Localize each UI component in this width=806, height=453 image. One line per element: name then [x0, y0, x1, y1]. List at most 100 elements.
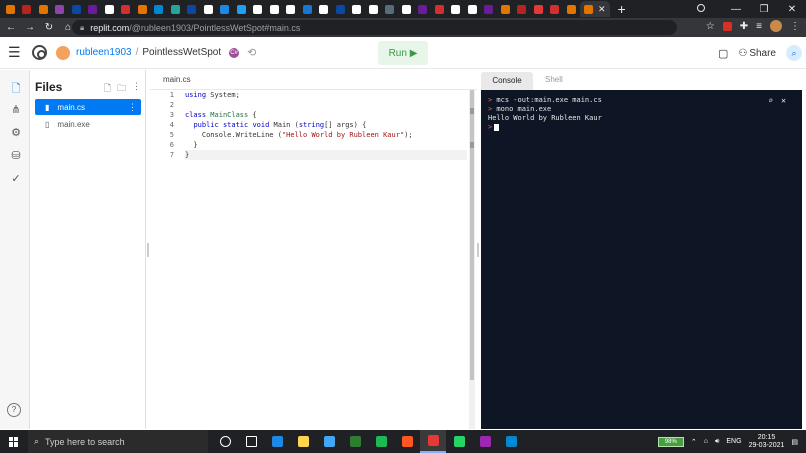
browser-tab[interactable]: [250, 1, 267, 17]
tab-console[interactable]: Console: [481, 72, 533, 90]
taskbar-app-icon[interactable]: [212, 430, 238, 453]
editor-resize-handle[interactable]: [477, 243, 479, 257]
taskbar-app-icon[interactable]: [238, 430, 264, 453]
taskbar-app-icon[interactable]: [498, 430, 524, 453]
browser-tab[interactable]: [184, 1, 201, 17]
browser-tab[interactable]: [52, 1, 69, 17]
taskbar-app-icon[interactable]: [316, 430, 342, 453]
browser-tab[interactable]: [85, 1, 102, 17]
taskbar-app-icon[interactable]: [342, 430, 368, 453]
browser-profile-avatar[interactable]: [770, 20, 782, 32]
browser-tab[interactable]: [200, 1, 217, 17]
console-clear-icon[interactable]: ✕: [781, 96, 786, 105]
hamburger-menu-icon[interactable]: ☰: [8, 44, 22, 61]
browser-tab-active[interactable]: ✕: [579, 1, 610, 17]
url-bar[interactable]: 🔒︎ replit.com /@rubleen1903/PointlessWet…: [72, 20, 677, 35]
browser-tab[interactable]: [415, 1, 432, 17]
scrollbar-thumb[interactable]: [470, 90, 474, 380]
share-button[interactable]: ⚇ Share: [738, 48, 776, 59]
browser-tab[interactable]: [233, 1, 250, 17]
checkmark-icon[interactable]: ✓: [9, 172, 23, 185]
browser-tab[interactable]: [134, 1, 151, 17]
code-area[interactable]: using System; class MainClass { public s…: [185, 90, 467, 160]
search-icon[interactable]: ⌕: [786, 45, 802, 61]
back-button[interactable]: ←: [3, 22, 19, 33]
taskbar-app-icon[interactable]: [472, 430, 498, 453]
browser-tab[interactable]: [365, 1, 382, 17]
browser-tab[interactable]: [563, 1, 580, 17]
browser-tab[interactable]: [448, 1, 465, 17]
browser-tab[interactable]: [349, 1, 366, 17]
browser-tab[interactable]: [151, 1, 168, 17]
extension-icon[interactable]: [722, 21, 732, 31]
tray-expand-icon[interactable]: ⌃: [691, 438, 697, 446]
profile-menu-icon[interactable]: [694, 3, 722, 15]
taskbar-app-icon[interactable]: [368, 430, 394, 453]
browser-tab[interactable]: [283, 1, 300, 17]
close-tab-icon[interactable]: ✕: [598, 4, 606, 15]
volume-icon[interactable]: 🔊︎: [715, 438, 719, 446]
close-window-button[interactable]: ✕: [778, 4, 806, 15]
browser-tab[interactable]: [167, 1, 184, 17]
minimize-button[interactable]: —: [722, 4, 750, 15]
browser-menu-icon[interactable]: ⋮: [790, 21, 800, 32]
browser-tab[interactable]: [464, 1, 481, 17]
tab-shell[interactable]: Shell: [545, 75, 563, 84]
maximize-button[interactable]: ❐: [750, 4, 778, 15]
replit-logo-icon[interactable]: [32, 45, 47, 60]
taskbar-app-icon[interactable]: [420, 430, 446, 453]
browser-tab[interactable]: [497, 1, 514, 17]
database-icon[interactable]: ⛁: [9, 149, 23, 162]
browser-tab[interactable]: [332, 1, 349, 17]
browser-tab[interactable]: [547, 1, 564, 17]
file-item-main-cs[interactable]: ▮ main.cs ⋮: [35, 99, 141, 115]
console-search-icon[interactable]: ⌕: [768, 96, 773, 105]
taskbar-app-icon[interactable]: [290, 430, 316, 453]
browser-tab[interactable]: [101, 1, 118, 17]
browser-tab[interactable]: [2, 1, 19, 17]
username-link[interactable]: rubleen1903: [76, 47, 132, 58]
windows-start-icon[interactable]: [9, 436, 19, 447]
clock[interactable]: 20:15 29-03-2021: [749, 434, 785, 450]
reload-button[interactable]: ↻: [41, 22, 57, 33]
browser-tab[interactable]: [68, 1, 85, 17]
settings-gear-icon[interactable]: ⚙: [9, 126, 23, 139]
browser-tab[interactable]: [398, 1, 415, 17]
browser-tab[interactable]: [299, 1, 316, 17]
reading-list-icon[interactable]: ≡: [756, 21, 762, 32]
history-icon[interactable]: ⟲: [247, 46, 256, 59]
browser-tab[interactable]: [431, 1, 448, 17]
browser-tab[interactable]: [514, 1, 531, 17]
taskbar-app-icon[interactable]: [446, 430, 472, 453]
language-indicator[interactable]: ENG: [726, 438, 741, 445]
browser-tab[interactable]: [217, 1, 234, 17]
browser-tab[interactable]: [316, 1, 333, 17]
user-avatar[interactable]: [56, 45, 70, 60]
extensions-puzzle-icon[interactable]: ✚: [740, 21, 748, 32]
bookmark-star-icon[interactable]: ☆: [706, 21, 715, 32]
file-more-icon[interactable]: ⋮: [128, 102, 137, 113]
browser-tab[interactable]: [266, 1, 283, 17]
file-item-main-exe[interactable]: ▯ main.exe: [35, 116, 141, 132]
help-icon[interactable]: ?: [7, 403, 21, 417]
browser-tab[interactable]: [19, 1, 36, 17]
new-file-icon[interactable]: 🗋︎: [104, 81, 111, 97]
files-resize-handle[interactable]: [147, 243, 149, 257]
console-input-line[interactable]: >: [488, 123, 795, 132]
browser-tab[interactable]: [481, 1, 498, 17]
files-icon[interactable]: 🗋︎: [9, 80, 23, 99]
version-control-icon[interactable]: ⋔: [9, 103, 23, 116]
editor-tab-main-cs[interactable]: main.cs: [155, 75, 191, 84]
repl-name[interactable]: PointlessWetSpot: [142, 47, 221, 58]
network-icon[interactable]: ⌂: [704, 438, 708, 445]
new-folder-icon[interactable]: 🗀︎: [117, 81, 126, 97]
browser-tab[interactable]: [35, 1, 52, 17]
more-options-icon[interactable]: ⋮: [132, 81, 141, 97]
browser-tab[interactable]: [118, 1, 135, 17]
run-button[interactable]: Run ▶: [378, 41, 428, 65]
taskbar-app-icon[interactable]: [264, 430, 290, 453]
chat-icon[interactable]: ▢: [718, 47, 728, 60]
taskbar-search-box[interactable]: ⌕ Type here to search: [28, 430, 208, 453]
forward-button[interactable]: →: [22, 22, 38, 33]
taskbar-app-icon[interactable]: [394, 430, 420, 453]
